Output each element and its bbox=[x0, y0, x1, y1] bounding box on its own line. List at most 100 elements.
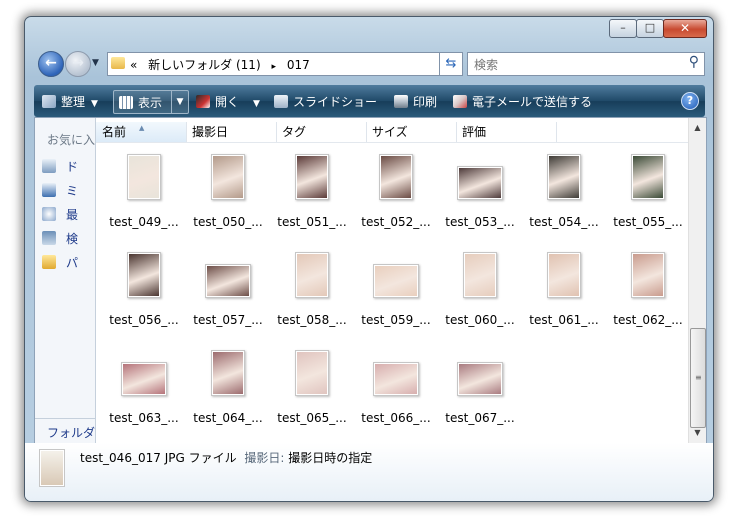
folder-icon bbox=[111, 57, 125, 69]
file-name-label: test_062_... bbox=[613, 313, 683, 327]
photo-image bbox=[375, 266, 417, 296]
favorite-link-recent[interactable]: 最 bbox=[42, 206, 78, 224]
favorites-heading: お気に入 bbox=[47, 133, 96, 147]
photo-thumbnail bbox=[373, 362, 419, 396]
folders-toggle[interactable]: フォルダ bbox=[35, 418, 95, 443]
open-button[interactable]: 開く ▼ bbox=[196, 93, 260, 110]
folders-label: フォルダ bbox=[47, 426, 96, 440]
organize-button[interactable]: 整理 ▼ bbox=[42, 93, 98, 110]
file-item[interactable]: test_059_... bbox=[356, 246, 436, 336]
thumbnail-frame bbox=[356, 148, 436, 206]
forward-arrow-icon: → bbox=[72, 55, 84, 71]
column-date-taken[interactable]: 撮影日 bbox=[186, 122, 277, 142]
column-tags[interactable]: タグ bbox=[276, 122, 367, 142]
favorite-label: パ bbox=[66, 256, 79, 270]
breadcrumb-overflow[interactable]: « bbox=[130, 58, 137, 72]
command-bar: 整理 ▼ 表示 ▼ 開く ▼ スライドショー 印刷 電子メールで送信する ? bbox=[34, 85, 705, 117]
favorite-link-documents[interactable]: ド bbox=[42, 158, 78, 176]
thumbnail-frame bbox=[356, 246, 436, 304]
file-name-label: test_066_... bbox=[361, 411, 431, 425]
file-item[interactable]: test_060_... bbox=[440, 246, 520, 336]
caption-buttons: – □ ✕ bbox=[609, 19, 707, 38]
photo-thumbnail bbox=[121, 362, 167, 396]
breadcrumb-parent[interactable]: 新しいフォルダ (11) bbox=[148, 58, 260, 72]
photo-thumbnail bbox=[457, 166, 503, 200]
file-item[interactable]: test_057_... bbox=[188, 246, 268, 336]
file-item[interactable]: test_056_... bbox=[104, 246, 184, 336]
search-icon[interactable]: ⚲ bbox=[689, 54, 699, 70]
file-name-label: test_050_... bbox=[193, 215, 263, 229]
favorite-label: ミ bbox=[66, 184, 79, 198]
file-item[interactable]: test_049_... bbox=[104, 148, 184, 238]
file-item[interactable]: test_052_... bbox=[356, 148, 436, 238]
file-item[interactable]: test_050_... bbox=[188, 148, 268, 238]
music-icon bbox=[42, 183, 56, 197]
recent-pages-dropdown[interactable]: ▼ bbox=[92, 58, 99, 68]
file-name-label: test_056_... bbox=[109, 313, 179, 327]
file-name-label: test_067_... bbox=[445, 411, 515, 425]
recent-icon bbox=[42, 207, 56, 221]
photo-thumbnail bbox=[631, 252, 665, 298]
file-item[interactable]: test_062_... bbox=[608, 246, 688, 336]
favorite-link-searches[interactable]: 検 bbox=[42, 230, 78, 248]
search-box[interactable]: ⚲ bbox=[467, 52, 705, 76]
column-label: サイズ bbox=[372, 125, 408, 139]
back-button[interactable]: ← bbox=[38, 51, 64, 77]
favorite-link-public[interactable]: パ bbox=[42, 254, 78, 272]
file-item[interactable]: test_065_... bbox=[272, 344, 352, 434]
photo-image bbox=[213, 352, 243, 394]
file-name-label: test_060_... bbox=[445, 313, 515, 327]
file-item[interactable]: test_067_... bbox=[440, 344, 520, 434]
photo-thumbnail bbox=[127, 154, 161, 200]
file-name-label: test_058_... bbox=[277, 313, 347, 327]
chevron-down-icon: ▼ bbox=[91, 99, 98, 109]
address-bar[interactable]: « 新しいフォルダ (11) ▸ 017 ▼ bbox=[107, 52, 461, 76]
slideshow-button[interactable]: スライドショー bbox=[274, 93, 377, 110]
scroll-down-icon[interactable]: ▼ bbox=[689, 425, 706, 441]
vertical-scrollbar[interactable]: ▲ ≡ ▼ bbox=[688, 118, 706, 443]
view-button-content: 表示 bbox=[119, 94, 162, 111]
close-button[interactable]: ✕ bbox=[663, 19, 707, 38]
view-dropdown-icon[interactable]: ▼ bbox=[171, 91, 188, 113]
help-icon[interactable]: ? bbox=[681, 92, 699, 110]
file-name-label: test_065_... bbox=[277, 411, 347, 425]
forward-button[interactable]: → bbox=[65, 51, 91, 77]
view-button[interactable]: 表示 ▼ bbox=[113, 90, 189, 114]
file-name-label: test_051_... bbox=[277, 215, 347, 229]
scroll-up-icon[interactable]: ▲ bbox=[689, 120, 706, 136]
column-size[interactable]: サイズ bbox=[366, 122, 457, 142]
search-input[interactable] bbox=[472, 55, 676, 74]
date-taken-value[interactable]: 撮影日時の指定 bbox=[288, 451, 372, 465]
file-item[interactable]: test_064_... bbox=[188, 344, 268, 434]
print-button[interactable]: 印刷 bbox=[394, 93, 437, 110]
favorite-link-music[interactable]: ミ bbox=[42, 182, 78, 200]
file-item[interactable]: test_054_... bbox=[524, 148, 604, 238]
minimize-button[interactable]: – bbox=[609, 19, 637, 38]
scrollbar-thumb[interactable]: ≡ bbox=[690, 328, 706, 428]
column-label: 名前 bbox=[102, 125, 127, 139]
thumbnail-frame bbox=[272, 344, 352, 402]
file-item[interactable]: test_061_... bbox=[524, 246, 604, 336]
file-item[interactable]: test_066_... bbox=[356, 344, 436, 434]
photo-thumbnail bbox=[547, 154, 581, 200]
file-item[interactable]: test_055_... bbox=[608, 148, 688, 238]
column-name[interactable]: 名前 ▲ bbox=[96, 122, 187, 142]
view-icon bbox=[119, 96, 133, 109]
file-item[interactable]: test_063_... bbox=[104, 344, 184, 434]
email-button[interactable]: 電子メールで送信する bbox=[453, 93, 592, 110]
photo-thumbnail bbox=[295, 350, 329, 396]
breadcrumb-separator[interactable]: ▸ bbox=[271, 62, 276, 72]
photo-image bbox=[129, 156, 159, 198]
maximize-button[interactable]: □ bbox=[636, 19, 664, 38]
column-rating[interactable]: 評価 bbox=[456, 122, 557, 142]
file-name-label: test_054_... bbox=[529, 215, 599, 229]
file-item[interactable]: test_051_... bbox=[272, 148, 352, 238]
breadcrumb-current[interactable]: 017 bbox=[287, 58, 310, 72]
file-item[interactable]: test_058_... bbox=[272, 246, 352, 336]
refresh-button[interactable]: ⇆ bbox=[439, 52, 463, 76]
view-label: 表示 bbox=[138, 96, 163, 110]
grip-icon: ≡ bbox=[695, 373, 702, 382]
photo-thumbnail bbox=[463, 252, 497, 298]
file-item[interactable]: test_053_... bbox=[440, 148, 520, 238]
photo-thumbnail bbox=[295, 154, 329, 200]
